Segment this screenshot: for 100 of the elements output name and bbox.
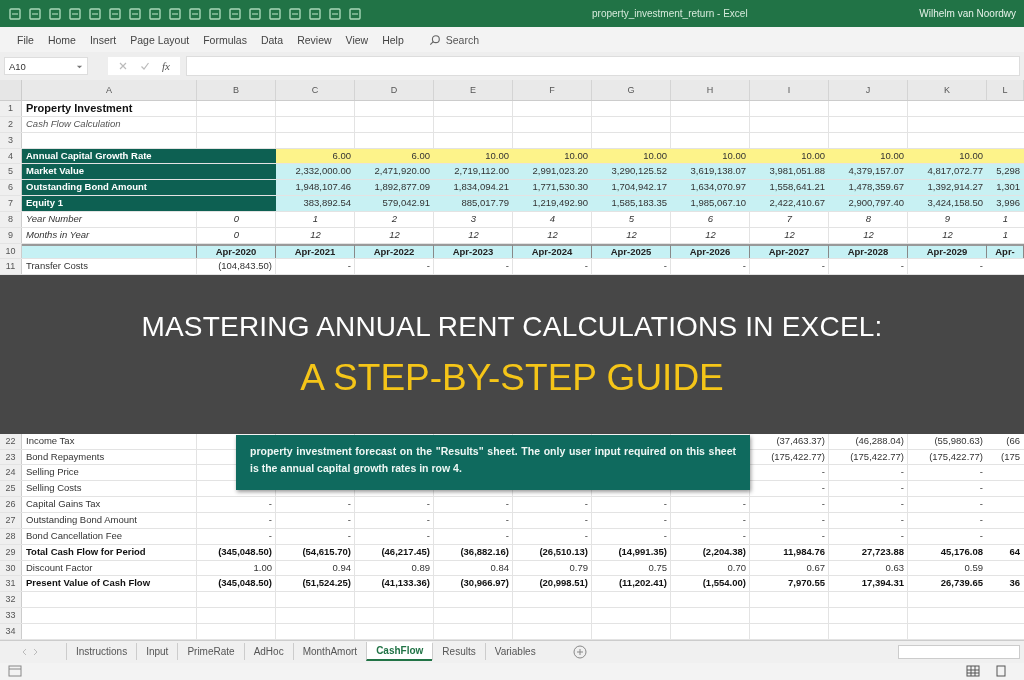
row-number[interactable]: 34	[0, 623, 22, 639]
column-header[interactable]: C	[276, 80, 355, 100]
table-cell: 3,996	[987, 196, 1024, 211]
sheet-tab[interactable]: Results	[432, 643, 485, 661]
row-number[interactable]: 8	[0, 211, 22, 227]
column-header[interactable]: A	[22, 80, 197, 100]
column-header[interactable]: J	[829, 80, 908, 100]
table-cell-text: (55,980.63)	[933, 433, 984, 448]
menu-item[interactable]: Data	[253, 31, 291, 48]
table-cell: 4,817,072.77	[908, 164, 987, 180]
table-cell-text: 0.79	[568, 560, 589, 575]
row-number[interactable]: 28	[0, 528, 22, 544]
table-cell-text: Total Cash Flow for Period	[25, 544, 147, 559]
table-cell-text: 27,723.88	[860, 544, 905, 559]
row-number[interactable]: 23	[0, 449, 22, 465]
row-number[interactable]: 26	[0, 497, 22, 512]
search-field[interactable]: Search	[445, 33, 506, 46]
row-number[interactable]: 10	[0, 243, 22, 259]
row-number[interactable]: 5	[0, 164, 22, 180]
menu-item[interactable]: Page Layout	[123, 31, 197, 48]
table-cell-text: -	[425, 513, 431, 527]
add-sheet-icon[interactable]	[572, 644, 587, 659]
sheet-tab[interactable]: PrimeRate	[177, 643, 244, 661]
table-cell-text: -	[267, 497, 273, 512]
column-header[interactable]: H	[671, 80, 750, 100]
row-number[interactable]: 4	[0, 148, 22, 164]
row-number[interactable]: 7	[0, 196, 22, 211]
table-cell-text: -	[820, 481, 826, 496]
row-number[interactable]: 33	[0, 608, 22, 623]
macro-icon[interactable]	[8, 665, 22, 678]
menu-item[interactable]: Review	[290, 31, 339, 48]
table-cell-text: (51,524.25)	[301, 576, 352, 591]
column-header[interactable]: L	[987, 80, 1024, 100]
row-number[interactable]: 6	[0, 180, 22, 196]
table-cell-text: -	[425, 528, 431, 543]
table-cell-text: (2,204.38)	[701, 544, 747, 559]
row-number[interactable]: 2	[0, 116, 22, 132]
column-header[interactable]: I	[750, 80, 829, 100]
cancel-icon[interactable]	[118, 61, 128, 71]
sheet-tab[interactable]: Input	[136, 643, 178, 661]
scroll-arrows-icon[interactable]	[20, 646, 40, 657]
sheet-tab[interactable]: CashFlow	[366, 642, 433, 662]
table-cell-text: (175,422.77)	[849, 449, 905, 464]
table-cell-text: -	[662, 497, 668, 512]
horizontal-scrollbar[interactable]	[898, 644, 1020, 659]
table-cell-text: -	[425, 259, 431, 274]
table-cell-text: Year Number	[25, 211, 83, 226]
table-cell: 1,558,641.21	[750, 180, 829, 196]
table-cell-text: 17,394.31	[860, 576, 905, 591]
row-number[interactable]: 9	[0, 227, 22, 243]
row-number[interactable]: 27	[0, 513, 22, 528]
name-box[interactable]: A10	[4, 57, 88, 75]
table-cell-text: 1	[311, 211, 320, 226]
menu-item[interactable]: Insert	[82, 31, 124, 48]
table-cell: Apr-	[987, 243, 1024, 259]
table-cell-text: -	[820, 259, 826, 274]
menu-item[interactable]: Formulas	[196, 31, 254, 48]
column-header[interactable]: E	[434, 80, 513, 100]
row-number[interactable]: 30	[0, 560, 22, 576]
column-header[interactable]: G	[592, 80, 671, 100]
function-button[interactable]: fx	[162, 60, 170, 72]
menu-item[interactable]: File	[10, 31, 41, 48]
sheet-tab[interactable]: Instructions	[66, 643, 137, 661]
table-cell: 579,042.91	[355, 196, 434, 211]
row-number[interactable]: 1	[0, 101, 22, 116]
row-number[interactable]: 25	[0, 481, 22, 497]
table-cell-text: -	[583, 528, 589, 543]
row-number[interactable]: 11	[0, 259, 22, 275]
table-cell-text: (66	[1005, 433, 1021, 448]
table-cell-text: (41,133.36)	[380, 576, 431, 591]
table-cell-text: 0.67	[805, 560, 826, 575]
column-header[interactable]: D	[355, 80, 434, 100]
column-header[interactable]: F	[513, 80, 592, 100]
sheet-tab[interactable]: AdHoc	[243, 643, 293, 661]
page-layout-icon[interactable]	[994, 665, 1008, 678]
sheet-tab[interactable]: Variables	[484, 643, 545, 661]
menu-item[interactable]: Home	[40, 31, 83, 48]
check-icon[interactable]	[140, 61, 150, 71]
row-number[interactable]: 29	[0, 544, 22, 560]
table-cell: 2,900,797.40	[829, 196, 908, 211]
row-number[interactable]: 24	[0, 465, 22, 481]
table-cell: 1,392,914.27	[908, 180, 987, 196]
table-cell-text: (1,554.00)	[701, 576, 747, 591]
table-cell-text: 12	[783, 227, 796, 242]
table-cell: 1,985,067.10	[671, 196, 750, 211]
note-text: property investment forecast on the "Results" sheet. The only user input required on this sheet is the annual capital growth rates in row 4.	[250, 444, 736, 476]
table-cell: 1,834,094.21	[434, 180, 513, 196]
menu-item[interactable]: Help	[375, 31, 411, 48]
table-cell-text: (11,202.41)	[617, 576, 668, 591]
row-number[interactable]: 31	[0, 576, 22, 592]
row-number[interactable]: 32	[0, 592, 22, 608]
formula-field[interactable]	[185, 56, 1020, 76]
column-header[interactable]: B	[197, 80, 276, 100]
grid-view-icon[interactable]	[966, 665, 980, 678]
table-cell-text: (54,615.70)	[301, 544, 352, 559]
column-header[interactable]: K	[908, 80, 987, 100]
row-number[interactable]: 3	[0, 132, 22, 148]
menu-item[interactable]: View	[338, 31, 376, 48]
table-cell-text: -	[899, 497, 905, 512]
table-cell-text: Present Value of Cash Flow	[25, 576, 152, 591]
